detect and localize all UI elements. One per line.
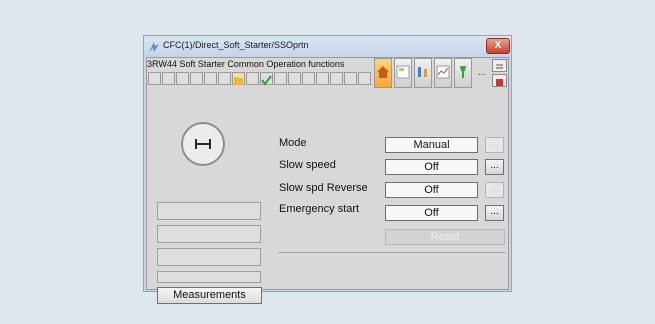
status-cell: [274, 72, 287, 85]
trend-button[interactable]: [414, 58, 432, 88]
faceplate-icon: [396, 65, 410, 79]
status-cell: [204, 72, 217, 85]
faceplate-window: CFC(1)/Direct_Soft_Starter/SSOprtn X 3RW…: [143, 35, 512, 304]
measurements-button[interactable]: Measurements: [157, 287, 262, 304]
emergency-start-options-button[interactable]: ...: [485, 205, 504, 221]
status-field: [157, 202, 261, 220]
slow-spd-reverse-label: Slow spd Reverse: [279, 182, 368, 194]
slow-spd-reverse-options-button[interactable]: ...: [485, 182, 504, 198]
status-cell: [358, 72, 371, 85]
slow-speed-value-button[interactable]: Off: [385, 159, 478, 175]
title-bar[interactable]: CFC(1)/Direct_Soft_Starter/SSOprtn X: [144, 36, 511, 56]
slow-spd-reverse-value-button[interactable]: Off: [385, 182, 478, 198]
soft-starter-icon: [195, 139, 211, 149]
status-cell: [330, 72, 343, 85]
close-button[interactable]: X: [486, 38, 510, 54]
chart-icon: [436, 65, 450, 79]
maintenance-button[interactable]: [454, 58, 472, 88]
check-icon: [261, 75, 272, 86]
expand-button[interactable]: [492, 59, 507, 72]
options-button[interactable]: [492, 74, 507, 87]
status-field: [157, 248, 261, 266]
status-cell: [344, 72, 357, 85]
expand-icon: [496, 64, 503, 69]
faceplate-panel: 3RW44 Soft Starter Common Operation func…: [146, 57, 509, 304]
mode-options-button[interactable]: ...: [485, 137, 504, 153]
home-icon: [377, 66, 389, 78]
emergency-start-label: Emergency start: [279, 203, 360, 215]
trend-icon: [418, 67, 427, 77]
mode-label: Mode: [279, 137, 307, 149]
folder-icon: [234, 77, 243, 85]
status-field: [157, 271, 261, 283]
chart-button[interactable]: [434, 58, 452, 88]
status-cell: [162, 72, 175, 85]
status-field: [157, 225, 261, 243]
status-cell: [190, 72, 203, 85]
faceplate-button[interactable]: [394, 58, 412, 88]
maintenance-icon: [460, 66, 466, 78]
status-cell: [316, 72, 329, 85]
home-button[interactable]: [374, 58, 392, 88]
motor-symbol[interactable]: [181, 122, 225, 166]
reset-button[interactable]: Reset: [385, 229, 505, 245]
divider: [278, 252, 506, 253]
emergency-start-value-button[interactable]: Off: [385, 205, 478, 221]
status-cell: [302, 72, 315, 85]
slow-speed-options-button[interactable]: ...: [485, 159, 504, 175]
more-toolbar-button[interactable]: ...: [476, 58, 488, 88]
window-title: CFC(1)/Direct_Soft_Starter/SSOprtn: [163, 40, 309, 50]
status-cell: [288, 72, 301, 85]
status-cell: [148, 72, 161, 85]
status-cell: [218, 72, 231, 85]
mode-value-button[interactable]: Manual: [385, 137, 478, 153]
app-icon: [148, 40, 160, 52]
options-icon: [496, 79, 503, 86]
status-cell: [260, 72, 273, 86]
faceplate-title: 3RW44 Soft Starter Common Operation func…: [147, 59, 345, 69]
status-cell: [246, 72, 259, 85]
status-cell: [232, 72, 245, 85]
status-cell: [176, 72, 189, 85]
slow-speed-label: Slow speed: [279, 159, 336, 171]
